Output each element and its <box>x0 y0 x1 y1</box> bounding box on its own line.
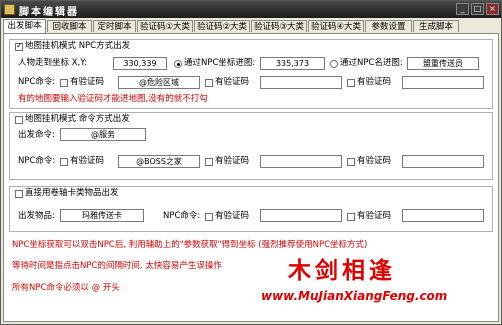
depart-command-input[interactable]: @服务 <box>60 128 146 141</box>
depart-item-label: 出发物品: <box>18 211 55 221</box>
npc-name-label: 通过NPC名进图: <box>340 58 403 68</box>
captcha-checkbox-1[interactable] <box>60 158 68 166</box>
tab-timer-script[interactable]: 定时脚本 <box>93 20 136 32</box>
captcha-checkbox-3[interactable] <box>347 79 355 87</box>
captcha-checkbox-3[interactable] <box>347 158 355 166</box>
captcha-label-1: 有验证码 <box>70 156 105 166</box>
npc-command-input-3[interactable] <box>402 155 484 168</box>
coord-input[interactable]: 330,339 <box>113 57 167 70</box>
close-button[interactable]: × <box>486 3 499 15</box>
group-scroll-item: 直接用卷轴卡类物品出发 出发物品: 玛雅传送卡 NPC命令: 有验证码 有验证码 <box>9 186 493 232</box>
app-icon <box>4 4 15 15</box>
captcha-note: 有的地图要输入验证码才能进地图,没有的就不打勾 <box>18 94 208 104</box>
group-title: 直接用卷轴卡类物品出发 <box>25 188 119 198</box>
captcha-label-3: 有验证码 <box>357 156 392 166</box>
scroll-item-mode-checkbox[interactable] <box>15 190 23 198</box>
npc-coord-label: 通过NPC坐标进图: <box>184 58 256 68</box>
watermark-url: www.MuJianXiangFeng.com <box>261 289 448 303</box>
captcha-label-2: 有验证码 <box>357 211 392 221</box>
tab-captcha-4[interactable]: 验证码④大类 <box>308 20 364 32</box>
tab-captcha-1[interactable]: 验证码①大类 <box>137 20 193 32</box>
group-title: 地图挂机模式 NPC方式出发 <box>25 41 131 51</box>
captcha-checkbox-2[interactable] <box>205 79 213 87</box>
tab-recycle-script[interactable]: 回收脚本 <box>47 20 92 32</box>
note-command-prefix: 所有NPC命令必须以 @ 开头 <box>12 283 120 293</box>
coord-label: 人物走到坐标 X,Y: <box>18 58 88 68</box>
captcha-label-1: 有验证码 <box>215 211 250 221</box>
npc-command-label: NPC命令: <box>18 77 56 87</box>
captcha-checkbox-2[interactable] <box>205 158 213 166</box>
map-command-mode-checkbox[interactable] <box>15 116 23 124</box>
title-bar[interactable]: 脚本编辑器 _ □ × <box>1 1 501 18</box>
maximize-button[interactable]: □ <box>471 3 484 15</box>
npc-command-label: NPC命令: <box>18 156 56 166</box>
tab-settings[interactable]: 参数设置 <box>365 20 412 32</box>
tab-depart-script[interactable]: 出发脚本 <box>3 19 46 33</box>
npc-coord-input[interactable]: 335,373 <box>260 57 325 70</box>
app-window: 脚本编辑器 _ □ × 出发脚本 回收脚本 定时脚本 验证码①大类 验证码②大类… <box>0 0 502 325</box>
npc-coord-radio[interactable] <box>174 60 182 68</box>
tab-panel: 地图挂机模式 NPC方式出发 人物走到坐标 X,Y: 330,339 通过NPC… <box>3 33 499 322</box>
npc-command-input-1[interactable]: @危险区域 <box>118 76 200 89</box>
tab-captcha-2[interactable]: 验证码②大类 <box>194 20 250 32</box>
tab-generate-script[interactable]: 生成脚本 <box>413 20 459 32</box>
npc-command-input-3[interactable] <box>402 76 484 89</box>
minimize-button[interactable]: _ <box>456 3 469 15</box>
captcha-checkbox-1[interactable] <box>60 79 68 87</box>
group-title: 地图挂机模式 命令方式出发 <box>25 114 130 124</box>
depart-item-input[interactable]: 玛雅传送卡 <box>60 209 144 222</box>
npc-name-radio[interactable] <box>330 60 338 68</box>
npc-command-input-1[interactable]: @BOSS之家 <box>118 155 200 168</box>
depart-command-label: 出发命令: <box>18 130 55 140</box>
captcha-checkbox-2[interactable] <box>347 213 355 221</box>
npc-command-input-1[interactable] <box>260 209 342 222</box>
map-npc-mode-checkbox[interactable] <box>15 41 23 51</box>
tab-captcha-3[interactable]: 验证码③大类 <box>251 20 307 32</box>
group-map-npc: 地图挂机模式 NPC方式出发 人物走到坐标 X,Y: 330,339 通过NPC… <box>9 39 493 109</box>
note-wait-time: 等待时间是指点击NPC的间隔时间, 太快容易产生误操作 <box>12 261 222 271</box>
watermark-logo: 木剑相逢 <box>288 258 396 284</box>
captcha-label-3: 有验证码 <box>357 77 392 87</box>
note-coord-tip: NPC坐标获取可以双击NPC后, 利用辅助上的"参数获取"得到坐标 (强烈推荐使… <box>12 240 368 250</box>
group-map-command: 地图挂机模式 命令方式出发 出发命令: @服务 NPC命令: 有验证码 @BOS… <box>9 112 493 180</box>
npc-command-input-2[interactable] <box>260 155 342 168</box>
npc-command-input-2[interactable] <box>402 209 484 222</box>
captcha-label-2: 有验证码 <box>215 156 250 166</box>
captcha-label-2: 有验证码 <box>215 77 250 87</box>
captcha-label-1: 有验证码 <box>70 77 105 87</box>
window-title: 脚本编辑器 <box>19 7 79 18</box>
npc-name-input[interactable]: 盟重传送员 <box>407 57 479 70</box>
npc-command-label: NPC命令: <box>163 211 201 221</box>
npc-command-input-2[interactable] <box>260 76 342 89</box>
captcha-checkbox-1[interactable] <box>205 213 213 221</box>
